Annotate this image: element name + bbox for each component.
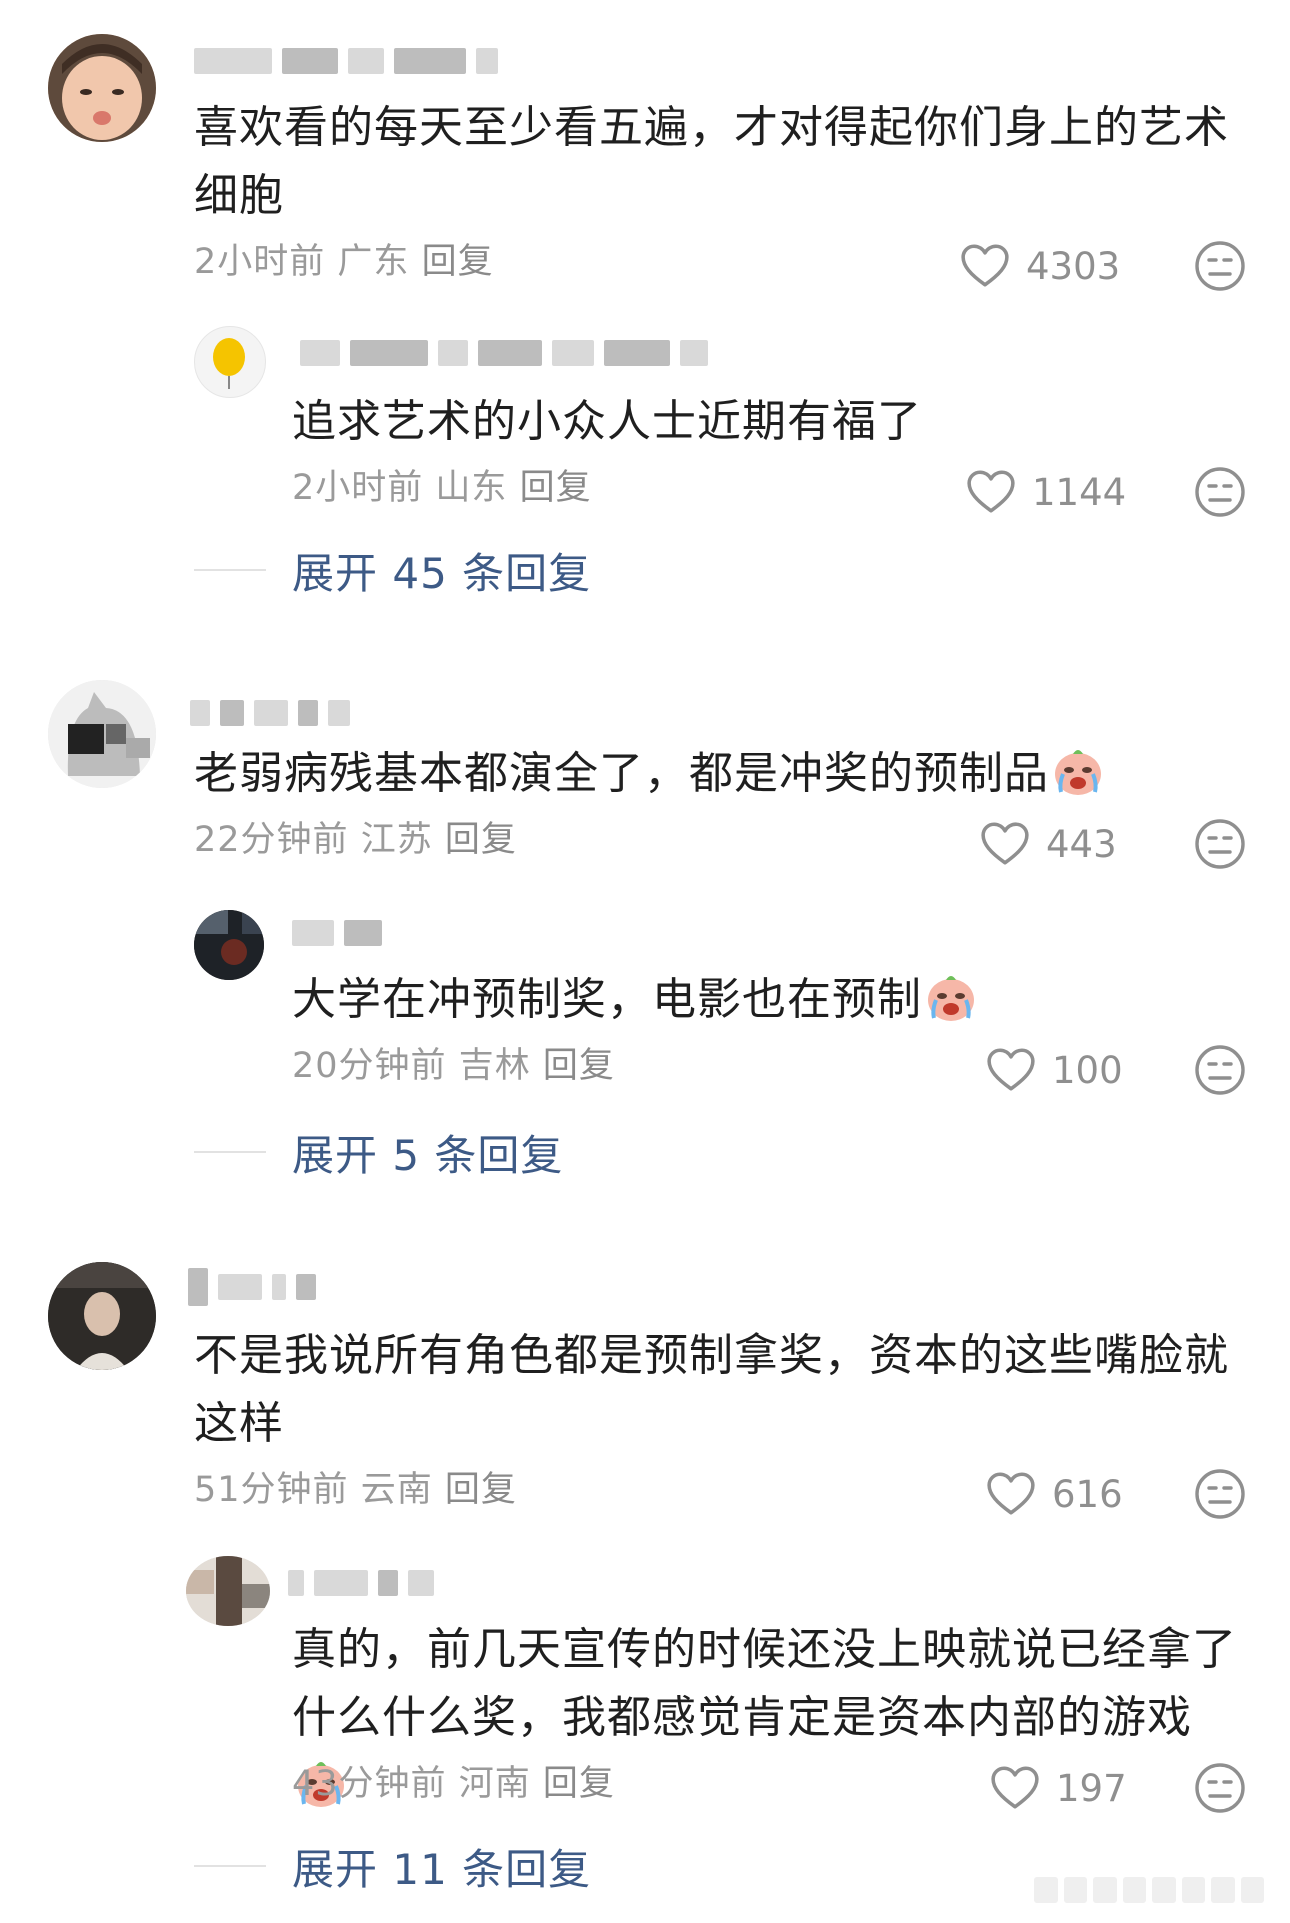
like-button[interactable]: 100 [986,1042,1123,1098]
crying-face-emoji-icon [1051,744,1105,798]
heart-outline-icon [990,1765,1040,1811]
reply-time: 20分钟前 [292,1046,447,1086]
reply-meta: 2小时前 山东 回复 [292,466,592,510]
like-count: 1144 [1032,470,1127,514]
reply-text: 大学在冲预制奖，电影也在预制 [292,966,1232,1034]
avatar[interactable] [48,34,156,142]
comment-time: 22分钟前 [194,820,349,860]
expand-replies-link[interactable]: 展开 45 条回复 [194,542,591,598]
like-button[interactable]: 197 [990,1760,1127,1816]
reply-location: 河南 [458,1764,531,1804]
neutral-face-icon[interactable] [1194,1468,1246,1520]
reply-text-body: 真的，前几天宣传的时候还没上映就说已经拿了什么什么奖，我都感觉肯定是资本内部的游… [292,1624,1237,1743]
username-redacted[interactable] [190,696,350,730]
comment-meta: 2小时前 广东 回复 [194,240,494,284]
heart-outline-icon [960,243,1010,289]
reply-button[interactable]: 回复 [445,820,517,860]
avatar[interactable] [194,326,266,398]
divider-line [194,569,266,571]
reply-button[interactable]: 回复 [445,1470,517,1510]
avatar[interactable] [48,1262,156,1370]
comment-time: 51分钟前 [194,1470,349,1510]
reply-location: 山东 [435,468,508,508]
child-face-avatar-icon [48,34,156,142]
blurred-photo-avatar-icon [186,1556,270,1626]
heart-outline-icon [986,1047,1036,1093]
reply-meta: 20分钟前 吉林 回复 [292,1044,615,1088]
comment-meta: 22分钟前 江苏 回复 [194,818,517,862]
reply-meta: 43分钟前 河南 回复 [292,1762,615,1806]
like-count: 100 [1052,1048,1123,1092]
balloon-avatar-icon [213,338,245,389]
like-count: 616 [1052,1472,1123,1516]
username-redacted[interactable] [188,1268,316,1306]
comment-text: 喜欢看的每天至少看五遍，才对得起你们身上的艺术细胞 [194,102,1229,221]
reply-time: 2小时前 [292,468,424,508]
like-button[interactable]: 1144 [966,464,1126,520]
like-count: 197 [1056,1766,1127,1810]
comment-meta: 51分钟前 云南 回复 [194,1468,517,1512]
divider-line [194,1865,266,1867]
like-count: 4303 [1026,244,1121,288]
like-button[interactable]: 4303 [960,238,1120,294]
reply-button[interactable]: 回复 [543,1046,615,1086]
dark-portrait-avatar-icon [194,910,264,980]
username-redacted[interactable] [300,336,708,370]
expand-replies-label: 展开 5 条回复 [292,1130,564,1180]
expand-replies-label: 展开 11 条回复 [292,1844,592,1894]
comment-location: 江苏 [360,820,433,860]
neutral-face-icon[interactable] [1194,240,1246,292]
like-button[interactable]: 443 [980,816,1117,872]
divider-line [194,1151,266,1153]
watermark [1034,1877,1264,1903]
reply-button[interactable]: 回复 [422,242,494,282]
person-photo-avatar-icon [48,1262,156,1370]
heart-outline-icon [980,821,1030,867]
reply-button[interactable]: 回复 [520,468,592,508]
username-redacted[interactable] [292,916,382,950]
heart-outline-icon [986,1471,1036,1517]
cat-sketch-avatar-icon [48,680,156,788]
comment-text-body: 老弱病残基本都演全了，都是冲奖的预制品 [194,748,1049,799]
expand-replies-label: 展开 45 条回复 [292,548,592,598]
neutral-face-icon[interactable] [1194,1762,1246,1814]
neutral-face-icon[interactable] [1194,818,1246,870]
reply-time: 43分钟前 [292,1764,447,1804]
reply-text: 追求艺术的小众人士近期有福了 [292,396,922,447]
expand-replies-link[interactable]: 展开 5 条回复 [194,1124,563,1180]
neutral-face-icon[interactable] [1194,466,1246,518]
reply-location: 吉林 [458,1046,531,1086]
expand-replies-link[interactable]: 展开 11 条回复 [194,1838,591,1894]
heart-outline-icon [966,469,1016,515]
comment-location: 广东 [337,242,410,282]
like-button[interactable]: 616 [986,1466,1123,1522]
username-redacted[interactable] [288,1566,434,1600]
avatar[interactable] [48,680,156,788]
username-redacted[interactable] [194,44,498,78]
comment-text: 老弱病残基本都演全了，都是冲奖的预制品 [194,740,1244,808]
tearful-laugh-emoji-icon [924,970,978,1024]
comment-location: 云南 [360,1470,433,1510]
like-count: 443 [1046,822,1117,866]
avatar[interactable] [194,910,264,980]
comment-time: 2小时前 [194,242,326,282]
neutral-face-icon[interactable] [1194,1044,1246,1096]
reply-button[interactable]: 回复 [543,1764,615,1804]
reply-text-body: 大学在冲预制奖，电影也在预制 [292,974,922,1025]
avatar[interactable] [186,1556,270,1626]
comment-text: 不是我说所有角色都是预制拿奖，资本的这些嘴脸就这样 [194,1330,1229,1449]
